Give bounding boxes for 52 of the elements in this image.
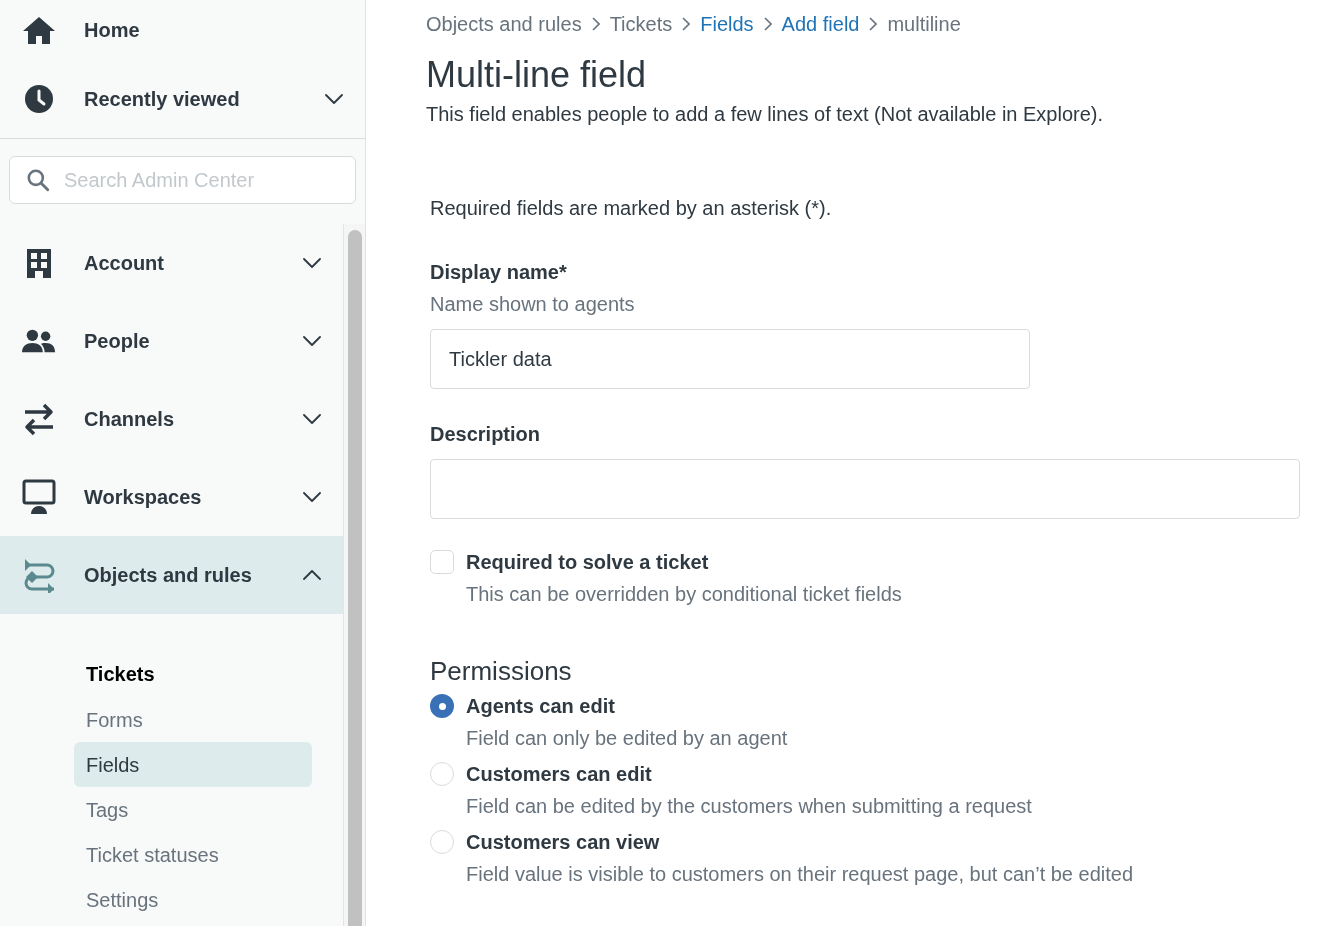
radio-button[interactable] [430, 694, 454, 718]
page-title: Multi-line field [426, 54, 648, 96]
breadcrumb-item: multiline [887, 12, 961, 37]
section-heading: Permissions [430, 655, 573, 687]
display-name-field[interactable]: Tickler data [430, 329, 1030, 389]
radio-hint: Field can be edited by the customers when submitting a request [466, 794, 1032, 819]
breadcrumb-item: Tickets [609, 12, 673, 37]
chevron-right-icon [591, 17, 600, 31]
sidebar-subitem[interactable]: Tags [74, 787, 312, 832]
description-field[interactable] [430, 459, 1300, 519]
workflow-icon [22, 557, 56, 593]
checkbox[interactable] [430, 550, 454, 574]
breadcrumb-link[interactable]: Add field [781, 9, 860, 39]
building-icon [26, 248, 52, 278]
radio-label: Customers can edit [466, 762, 653, 787]
radio-label: Customers can view [466, 830, 661, 855]
radio-hint: Field value is visible to customers on their request page, but can’t be edited [466, 862, 1134, 887]
radio-button[interactable] [430, 830, 454, 854]
sidebar-subitem[interactable]: Settings [74, 877, 312, 922]
search-field[interactable]: Search Admin Center [9, 156, 356, 204]
radio-hint: Field can only be edited by an agent [466, 726, 788, 751]
checkbox-label: Required to solve a ticket [466, 550, 710, 575]
chevron-right-icon [869, 17, 878, 31]
field-hint: Name shown to agents [430, 292, 636, 317]
sidebar-subitem[interactable]: Forms [74, 697, 312, 742]
monitor-icon [22, 479, 56, 515]
clock-icon [22, 82, 56, 116]
breadcrumb-item: Objects and rules [426, 12, 582, 37]
field-label: Display name* [430, 260, 568, 285]
sidebar-subitem[interactable]: Fields [74, 742, 312, 787]
sidebar-item[interactable]: Account [0, 224, 343, 302]
sidebar-item[interactable]: Objects and rules [0, 536, 343, 614]
arrows-icon [23, 402, 55, 436]
breadcrumb-link[interactable]: Fields [700, 9, 754, 39]
sidebar-item[interactable]: Channels [0, 380, 343, 458]
home-link[interactable]: Home [0, 0, 365, 60]
search-icon [25, 167, 51, 193]
sidebar-item[interactable]: People [0, 302, 343, 380]
chevron-right-icon [682, 17, 691, 31]
people-icon [22, 328, 56, 354]
field-label: Description [430, 422, 542, 447]
section-heading: Tickets [85, 662, 156, 687]
radio-label: Agents can edit [466, 694, 616, 719]
radio-button[interactable] [430, 762, 454, 786]
page-description: This field enables people to add a few lines of text (Not available in Explore). [426, 102, 1105, 127]
required-note: Required fields are marked by an asterisk (*). [430, 196, 833, 221]
sidebar-item[interactable]: Workspaces [0, 458, 343, 536]
home-icon [22, 16, 56, 44]
checkbox-hint: This can be overridden by conditional ticket fields [466, 582, 902, 607]
sidebar-subitem[interactable]: Ticket statuses [74, 832, 312, 877]
recently-viewed-item[interactable]: Recently viewed [0, 60, 365, 138]
chevron-right-icon [763, 17, 772, 31]
